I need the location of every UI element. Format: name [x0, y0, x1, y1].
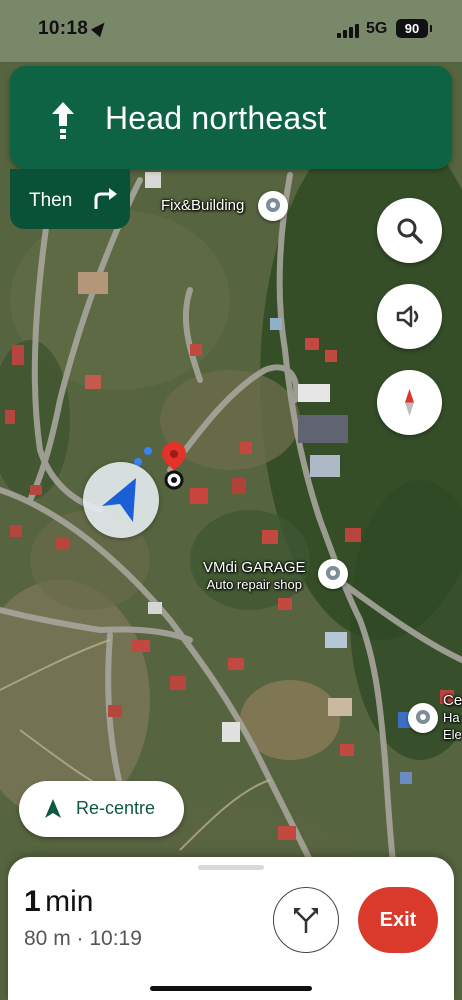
place-category: Auto repair shop	[206, 577, 302, 592]
exit-button[interactable]: Exit	[358, 887, 438, 953]
place-name: Fix&Building	[161, 197, 245, 214]
turn-right-arrow-icon	[94, 188, 117, 209]
trip-details: 80 m · 10:19	[24, 927, 142, 950]
place-name: VMdi GARAGE	[203, 559, 306, 576]
route-split-icon	[294, 908, 318, 933]
next-maneuver-card[interactable]: Then	[10, 169, 130, 229]
status-time: 10:18	[38, 18, 89, 39]
location-services-icon	[90, 18, 110, 38]
sheet-grabber[interactable]	[198, 865, 264, 870]
place-name: Ce	[443, 692, 462, 709]
place-category-2: Ele	[443, 727, 462, 742]
network-type: 5G	[366, 20, 388, 37]
battery-icon: 90	[396, 19, 432, 38]
re-centre-button[interactable]: Re-centre	[19, 781, 184, 837]
navigation-puck	[83, 462, 159, 538]
search-icon	[397, 218, 423, 244]
eta-number: 1	[24, 885, 41, 918]
navigation-arrow-icon	[102, 478, 136, 522]
then-label: Then	[29, 190, 73, 211]
home-indicator[interactable]	[150, 986, 312, 991]
place-pin-icon[interactable]	[408, 703, 438, 733]
place-pin-icon[interactable]	[258, 191, 288, 221]
compass-icon	[405, 389, 414, 416]
destination-pin-icon[interactable]	[160, 440, 188, 490]
direction-banner[interactable]: Head northeast	[10, 66, 452, 169]
place-label-vmdi-garage[interactable]: VMdi GARAGE Auto repair shop	[203, 559, 306, 593]
alternate-routes-button[interactable]	[273, 887, 339, 953]
status-bar: 10:18 5G 90	[0, 0, 462, 62]
cellular-signal-icon	[337, 24, 359, 38]
trip-summary-sheet[interactable]: 1 min 80 m · 10:19 Exit	[8, 857, 454, 1000]
instruction-text: Head northeast	[105, 100, 327, 136]
eta: 1 min	[24, 885, 93, 919]
compass-button[interactable]	[377, 370, 442, 435]
volume-icon	[396, 305, 419, 328]
eta-unit: min	[45, 885, 94, 918]
place-label-fix-building[interactable]: Fix&Building	[161, 197, 244, 214]
re-centre-label: Re-centre	[76, 798, 156, 818]
place-category: Ha	[443, 710, 460, 725]
place-pin-icon[interactable]	[318, 559, 348, 589]
navigation-arrow-icon	[45, 799, 61, 818]
search-button[interactable]	[377, 198, 442, 263]
place-label-partial[interactable]: Ce Ha Ele	[443, 692, 462, 743]
straight-arrow-icon	[52, 102, 74, 139]
sound-button[interactable]	[377, 284, 442, 349]
